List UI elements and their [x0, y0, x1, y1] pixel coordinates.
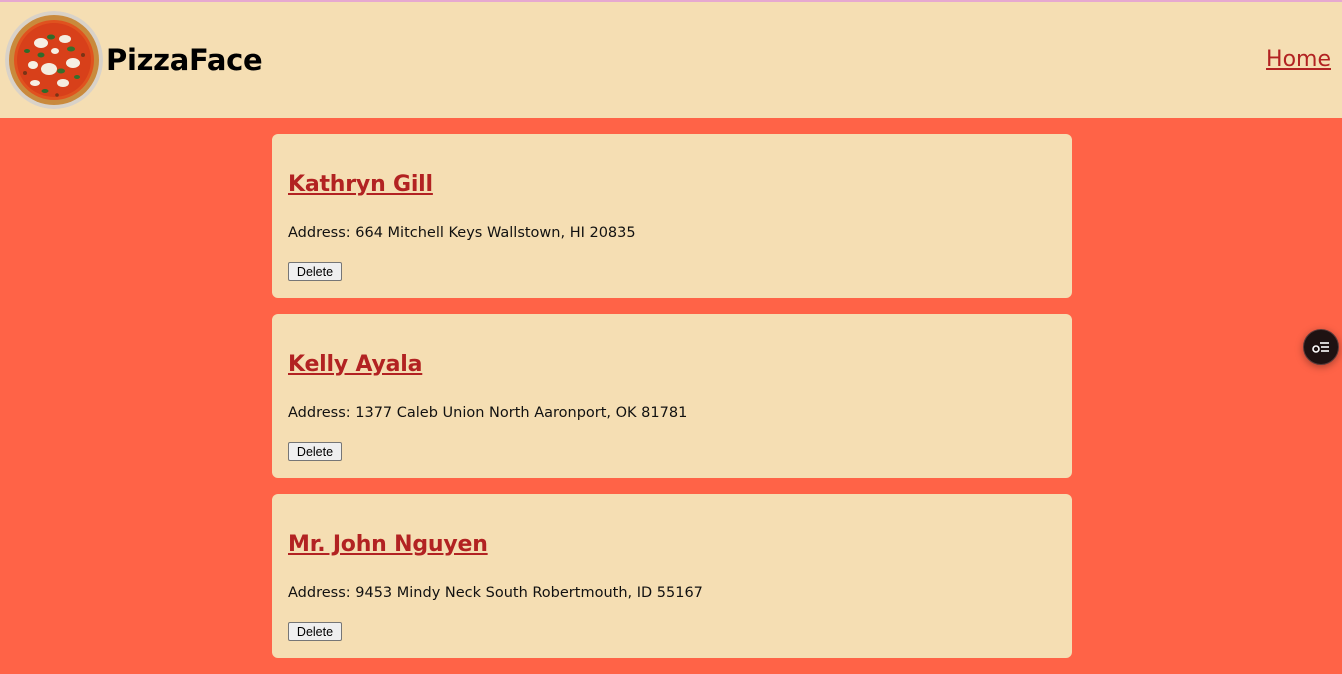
brand-title: PizzaFace	[106, 43, 263, 77]
customer-card: Kathryn Gill Address: 664 Mitchell Keys …	[272, 134, 1072, 298]
delete-button[interactable]: Delete	[288, 442, 342, 461]
pizza-logo-icon[interactable]	[5, 11, 103, 109]
delete-button[interactable]: Delete	[288, 262, 342, 281]
customer-card: Mr. John Nguyen Address: 9453 Mindy Neck…	[272, 494, 1072, 658]
customer-card: Kelly Ayala Address: 1377 Caleb Union No…	[272, 314, 1072, 478]
delete-button[interactable]: Delete	[288, 622, 342, 641]
address-value: 1377 Caleb Union North Aaronport, OK 817…	[355, 405, 688, 421]
address-label: Address:	[288, 405, 356, 421]
address-label: Address:	[288, 585, 356, 601]
address-value: 664 Mitchell Keys Wallstown, HI 20835	[355, 225, 636, 241]
settings-list-icon[interactable]	[1303, 329, 1339, 365]
site-header: PizzaFace Home	[0, 2, 1342, 118]
customer-address: Address: 1377 Caleb Union North Aaronpor…	[288, 405, 687, 421]
customer-address: Address: 664 Mitchell Keys Wallstown, HI…	[288, 225, 636, 241]
nav-home-link[interactable]: Home	[1266, 47, 1331, 72]
customer-name-link[interactable]: Kathryn Gill	[288, 172, 433, 197]
customer-list: Kathryn Gill Address: 664 Mitchell Keys …	[272, 134, 1072, 674]
customer-name-link[interactable]: Mr. John Nguyen	[288, 532, 488, 557]
customer-name-link[interactable]: Kelly Ayala	[288, 352, 422, 377]
address-label: Address:	[288, 225, 356, 241]
address-value: 9453 Mindy Neck South Robertmouth, ID 55…	[355, 585, 703, 601]
customer-address: Address: 9453 Mindy Neck South Robertmou…	[288, 585, 703, 601]
